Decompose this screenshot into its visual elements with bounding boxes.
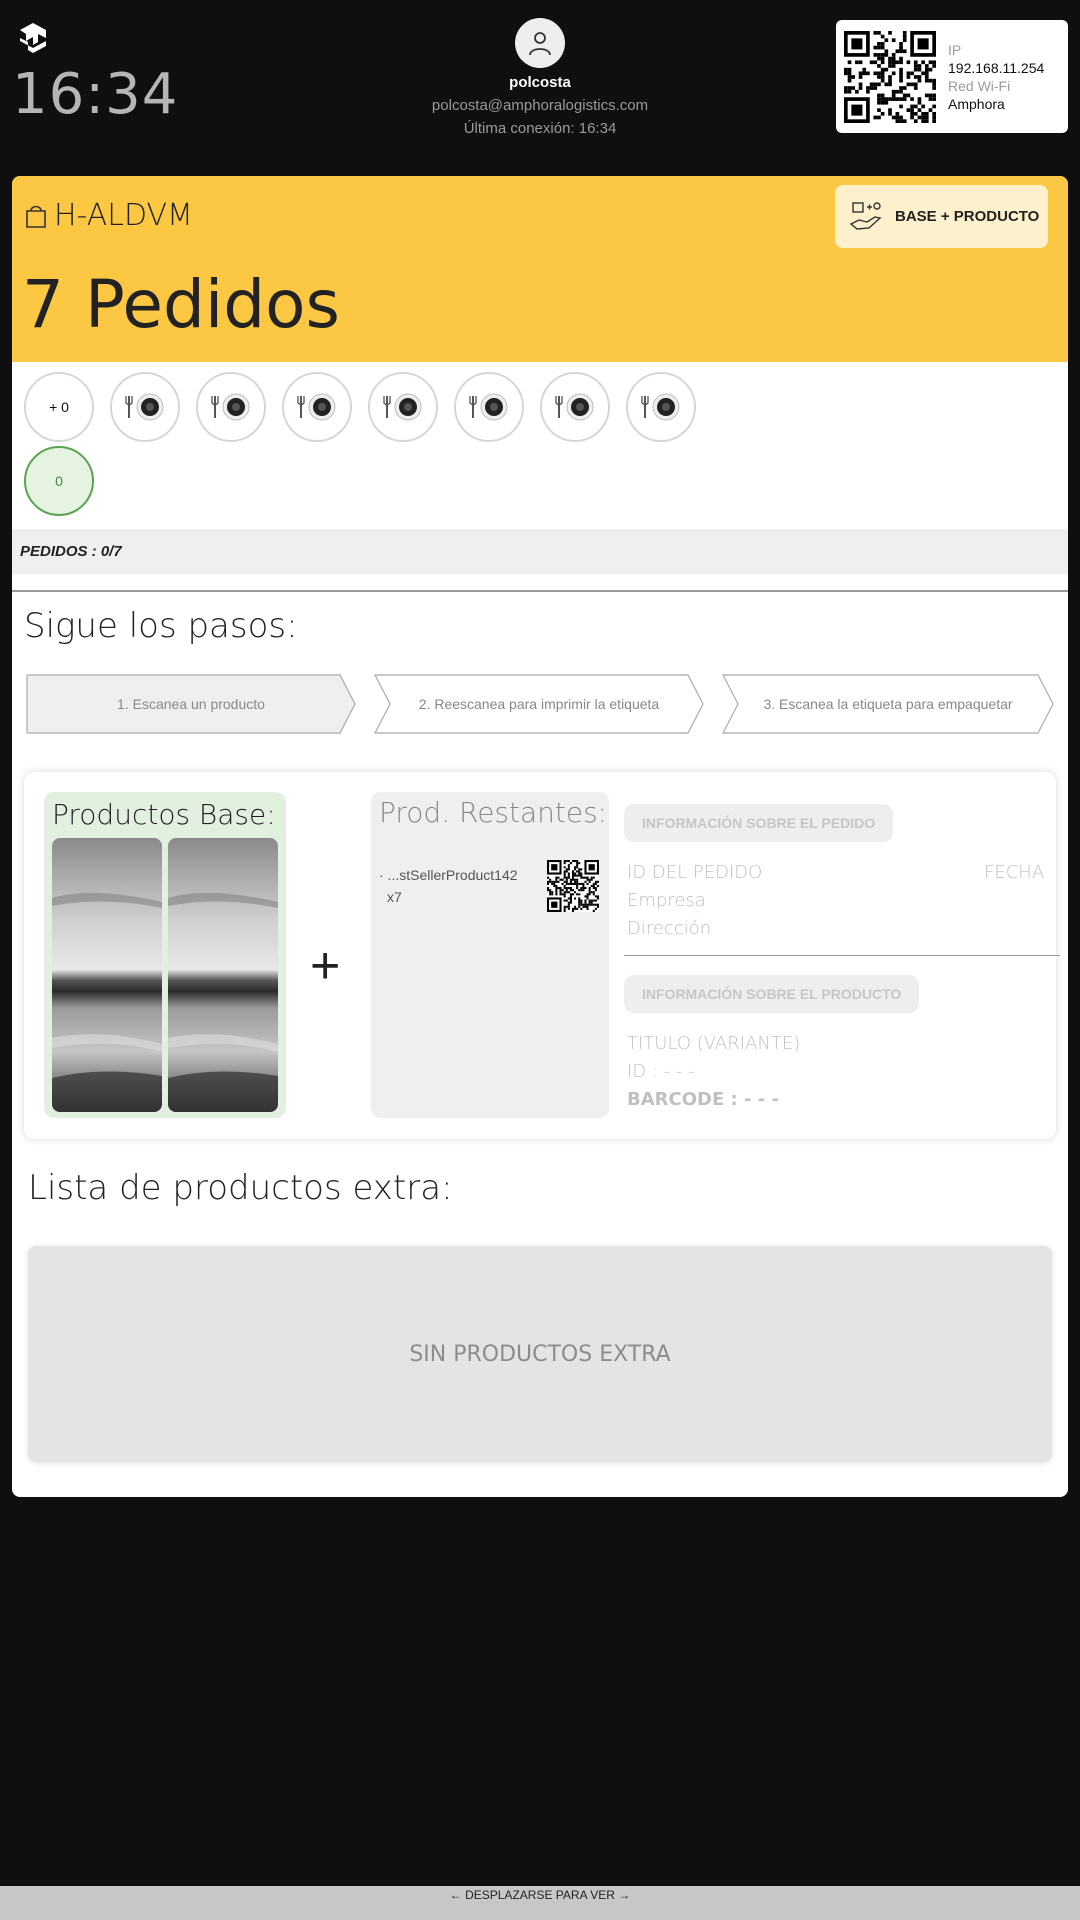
user-email: polcosta@amphoralogistics.com	[431, 97, 649, 114]
barcode-label: BARCODE : - - -	[627, 1089, 779, 1110]
orders-count-title: 7 Pedidos	[22, 266, 340, 343]
steps-title: Sigue los pasos:	[24, 606, 298, 646]
order-slot[interactable]	[196, 372, 266, 442]
ip-label: IP	[948, 41, 962, 58]
plus-counter[interactable]: + 0	[24, 372, 94, 442]
company-label: Empresa	[627, 890, 706, 911]
main-card: H-ALDVM 7 Pedidos BASE + PRODUCTO + 0 0 …	[12, 176, 1068, 1497]
address-label: Dirección	[627, 918, 712, 939]
step-2: 2. Reescanea para imprimir la etiqueta	[374, 674, 704, 734]
done-counter[interactable]: 0	[24, 446, 94, 516]
order-id-label: ID DEL PEDIDO	[627, 862, 763, 883]
hand-box-icon	[849, 201, 882, 230]
remaining-products: Prod. Restantes: · ...stSellerProduct142…	[371, 792, 609, 1118]
qr-code-icon	[844, 30, 936, 123]
mode-button-label: BASE + PRODUCTO	[895, 208, 1040, 225]
bag-icon	[26, 205, 46, 228]
user-info: polcosta polcosta@amphoralogistics.com Ú…	[340, 18, 740, 137]
plate-cutlery-icon	[125, 393, 164, 421]
extra-products-empty: SIN PRODUCTOS EXTRA	[28, 1246, 1052, 1462]
scroll-hint: ← DESPLAZARSE PARA VER →	[0, 1886, 1080, 1920]
base-products-title: Productos Base:	[52, 798, 276, 831]
user-icon	[529, 32, 551, 56]
date-label: FECHA	[984, 862, 1045, 883]
order-slot[interactable]	[110, 372, 180, 442]
order-slot[interactable]	[282, 372, 352, 442]
extra-products-title: Lista de productos extra:	[28, 1168, 453, 1208]
avatar[interactable]	[515, 18, 565, 68]
info-section: INFORMACIÓN SOBRE EL PEDIDO ID DEL PEDID…	[620, 772, 1060, 1139]
order-slot[interactable]	[454, 372, 524, 442]
plus-sign: +	[310, 937, 341, 995]
plate-cutlery-icon	[297, 393, 336, 421]
plate-cutlery-icon	[641, 393, 680, 421]
order-slot[interactable]	[540, 372, 610, 442]
app-logo-icon	[20, 23, 46, 53]
clock: 16:34	[12, 62, 179, 127]
product-title-label: TITULO (VARIANTE)	[627, 1033, 801, 1054]
remaining-product-item[interactable]: · ...stSellerProduct142 x7	[379, 864, 518, 908]
step-2-label: 2. Reescanea para imprimir la etiqueta	[418, 696, 660, 712]
wifi-label: Red Wi-Fi	[948, 77, 1011, 94]
order-code-text: H-ALDVM	[54, 198, 193, 233]
scan-panel: Productos Base: + Prod. Restantes: · ...…	[24, 772, 1060, 1139]
product-id-label: ID : - - -	[627, 1061, 695, 1082]
order-slot[interactable]	[368, 372, 438, 442]
user-name: polcosta	[509, 74, 571, 91]
network-card: IP 192.168.11.254 Red Wi-Fi Amphora	[836, 20, 1068, 133]
order-info-title: INFORMACIÓN SOBRE EL PEDIDO	[624, 804, 894, 842]
remaining-product-qty: x7	[387, 889, 402, 905]
base-products: Productos Base:	[44, 792, 286, 1118]
step-1-label: 1. Escanea un producto	[117, 696, 265, 712]
divider	[12, 590, 1068, 592]
last-connection: Última conexión: 16:34	[463, 120, 617, 137]
qr-code-icon	[547, 860, 599, 912]
remaining-products-title: Prod. Restantes:	[379, 796, 608, 829]
mode-button[interactable]: BASE + PRODUCTO	[835, 185, 1048, 248]
plate-cutlery-icon	[555, 393, 594, 421]
divider	[624, 955, 1060, 956]
plate-cutlery-icon	[383, 393, 422, 421]
step-1: 1. Escanea un producto	[26, 674, 356, 734]
base-product-image[interactable]	[52, 838, 162, 1112]
step-3: 3. Escanea la etiqueta para empaquetar	[722, 674, 1054, 734]
order-slot[interactable]	[626, 372, 696, 442]
wifi-value: Amphora	[948, 95, 1005, 112]
order-banner: H-ALDVM 7 Pedidos BASE + PRODUCTO	[12, 176, 1068, 362]
step-3-label: 3. Escanea la etiqueta para empaquetar	[763, 696, 1013, 712]
remaining-product-name: · ...stSellerProduct142	[379, 867, 518, 883]
orders-progress: PEDIDOS : 0/7	[12, 529, 1068, 574]
plate-cutlery-icon	[211, 393, 250, 421]
ip-value: 192.168.11.254	[948, 59, 1045, 76]
plate-cutlery-icon	[469, 393, 508, 421]
order-code: H-ALDVM	[24, 198, 193, 233]
product-info-title: INFORMACIÓN SOBRE EL PRODUCTO	[624, 975, 920, 1013]
base-product-image[interactable]	[168, 838, 278, 1112]
